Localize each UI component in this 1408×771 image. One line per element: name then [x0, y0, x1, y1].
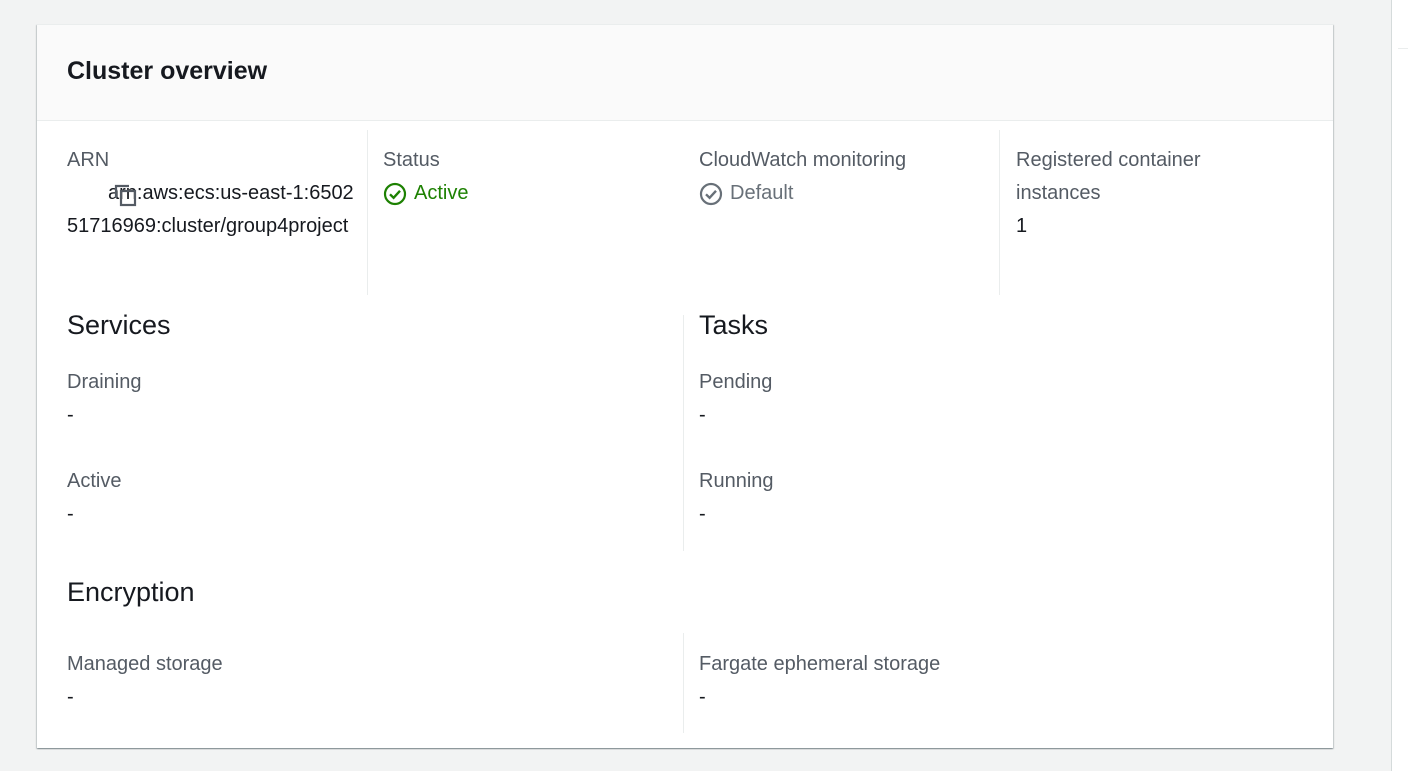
status-default-icon: [699, 182, 723, 205]
instances-value: 1: [1016, 215, 1028, 237]
card-title: Cluster overview: [67, 57, 268, 85]
status-success-icon: [383, 182, 407, 205]
draining-label: Draining: [67, 371, 142, 393]
active-services-label: Active: [67, 470, 122, 492]
cluster-overview-card: Cluster overview ARN arn:aws:ecs:us-east…: [37, 24, 1333, 748]
instances-label: Registered container instances: [1016, 149, 1201, 204]
encryption-heading: Encryption: [67, 577, 195, 607]
draining-field: Draining -: [67, 366, 141, 432]
managed-storage-value: -: [67, 686, 74, 708]
pending-value: -: [699, 404, 706, 426]
card-header: Cluster overview: [37, 25, 1333, 121]
active-services-value: -: [67, 503, 74, 525]
fargate-storage-field: Fargate ephemeral storage -: [699, 648, 940, 714]
arn-value-block: arn:aws:ecs:us-east-1:650251716969:clust…: [67, 177, 357, 243]
fargate-storage-label: Fargate ephemeral storage: [699, 653, 941, 675]
managed-storage-field: Managed storage -: [67, 648, 223, 714]
side-panel-divider: [1398, 48, 1408, 49]
tasks-heading: Tasks: [699, 310, 769, 340]
running-field: Running -: [699, 465, 774, 531]
copy-icon[interactable]: [73, 184, 137, 208]
section-divider: [683, 315, 684, 551]
status-column: Status Active: [383, 144, 468, 210]
running-label: Running: [699, 470, 774, 492]
section-divider: [683, 633, 684, 733]
status-text: Active: [414, 182, 469, 204]
cloudwatch-label: CloudWatch monitoring: [699, 149, 907, 171]
active-services-field: Active -: [67, 465, 121, 531]
arn-value: arn:aws:ecs:us-east-1:650251716969:clust…: [67, 182, 354, 237]
instances-column: Registered container instances 1: [1016, 144, 1276, 243]
cloudwatch-value: Default: [699, 177, 906, 210]
side-panel-edge: [1391, 0, 1408, 771]
column-divider: [367, 130, 368, 295]
draining-value: -: [67, 404, 74, 426]
services-heading: Services: [67, 310, 171, 340]
running-value: -: [699, 503, 706, 525]
pending-field: Pending -: [699, 366, 772, 432]
arn-label: ARN: [67, 149, 110, 171]
pending-label: Pending: [699, 371, 773, 393]
cloudwatch-text: Default: [730, 182, 794, 204]
status-label: Status: [383, 149, 440, 171]
column-divider: [999, 130, 1000, 295]
cloudwatch-column: CloudWatch monitoring Default: [699, 144, 906, 210]
managed-storage-label: Managed storage: [67, 653, 223, 675]
status-value: Active: [383, 177, 468, 210]
arn-column: ARN arn:aws:ecs:us-east-1:650251716969:c…: [67, 144, 357, 243]
fargate-storage-value: -: [699, 686, 706, 708]
